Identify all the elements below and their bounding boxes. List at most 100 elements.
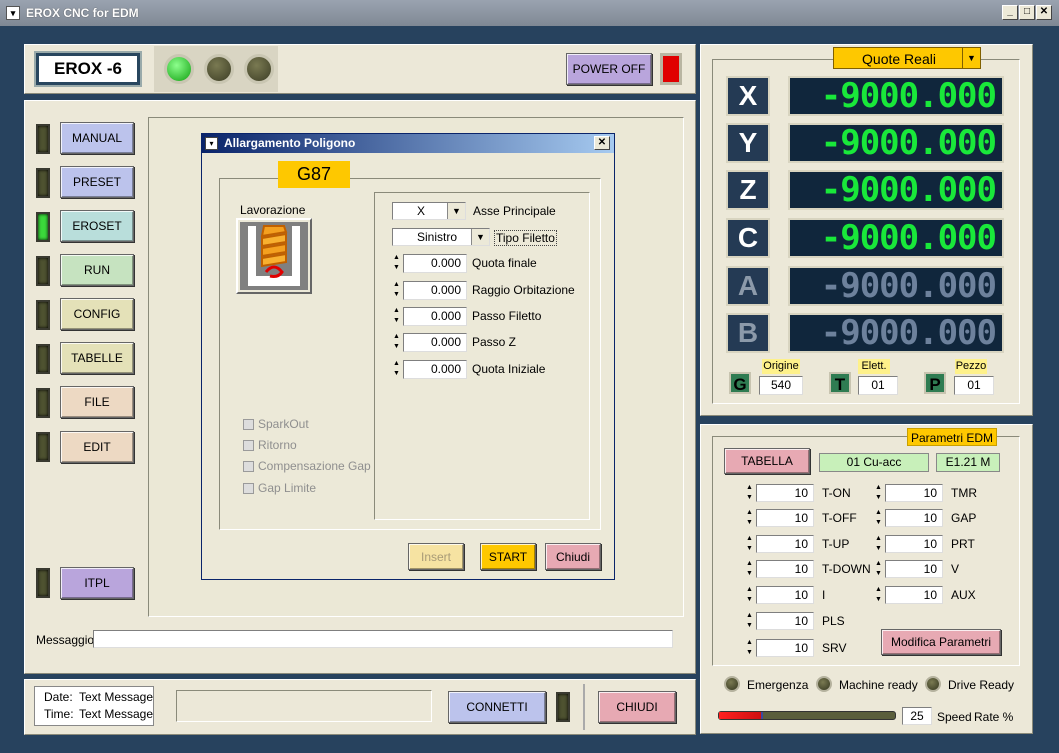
connetti-button[interactable]: CONNETTI [448, 691, 546, 723]
led-run [36, 256, 50, 286]
prt-spinner[interactable]: ▲ ▼ [874, 534, 883, 554]
tdown-spinner[interactable]: ▲ ▼ [745, 559, 754, 579]
tabella-button[interactable]: TABELLA [724, 448, 810, 474]
ritorno-checkbox[interactable]: Ritorno [243, 438, 297, 452]
modifica-parametri-button[interactable]: Modifica Parametri [881, 629, 1001, 655]
ton-input[interactable]: 10 [756, 484, 814, 502]
time-value: Text Message [79, 707, 154, 721]
led-edit [36, 432, 50, 462]
tup-label: T-UP [822, 537, 850, 551]
led-manual [36, 124, 50, 154]
date-label: Date: [44, 690, 73, 704]
i-spinner[interactable]: ▲ ▼ [745, 585, 754, 605]
aux-spinner[interactable]: ▲ ▼ [874, 585, 883, 605]
toff-input[interactable]: 10 [756, 509, 814, 527]
tup-spinner[interactable]: ▲ ▼ [745, 534, 754, 554]
compensazione-gap-checkbox[interactable]: Compensazione Gap [243, 459, 371, 473]
chevron-down-icon[interactable]: ▼ [447, 203, 465, 219]
sidebar-item-preset[interactable]: PRESET [60, 166, 134, 198]
gap-input[interactable]: 10 [885, 509, 943, 527]
axis-y-value: -9000.000 [788, 123, 1004, 163]
speed-value[interactable]: 25 [902, 707, 932, 725]
g-badge: G [729, 372, 751, 394]
aux-input[interactable]: 10 [885, 586, 943, 604]
i-input[interactable]: 10 [756, 586, 814, 604]
tup-input[interactable]: 10 [756, 535, 814, 553]
gcode-label: G87 [278, 161, 350, 188]
elett-label: Elett. [858, 359, 890, 374]
tdown-input[interactable]: 10 [756, 560, 814, 578]
v-input[interactable]: 10 [885, 560, 943, 578]
status-lamp-green [164, 54, 194, 84]
brand-frame: EROX -6 [34, 51, 142, 87]
origine-field[interactable]: 540 [759, 376, 803, 395]
power-off-button[interactable]: POWER OFF [566, 53, 652, 85]
raggio-spinner[interactable]: ▲ ▼ [392, 280, 401, 300]
passo-z-spinner[interactable]: ▲ ▼ [392, 332, 401, 352]
speed-slider[interactable] [718, 711, 896, 720]
passo-filetto-label: Passo Filetto [472, 309, 542, 323]
dialog-menu-icon[interactable]: ▾ [205, 137, 218, 150]
connection-status-field [176, 690, 432, 722]
pls-input[interactable]: 10 [756, 612, 814, 630]
axis-z-label: Z [726, 170, 770, 210]
passo-filetto-spinner[interactable]: ▲ ▼ [392, 306, 401, 326]
srv-spinner[interactable]: ▲ ▼ [745, 638, 754, 658]
dialog-chiudi-button[interactable]: Chiudi [545, 543, 601, 570]
chevron-down-icon[interactable]: ▼ [471, 229, 489, 245]
sidebar-item-tabelle[interactable]: TABELLE [60, 342, 134, 374]
start-button[interactable]: START [480, 543, 536, 570]
sparkout-checkbox[interactable]: SparkOut [243, 417, 309, 431]
rate-label: Rate % [974, 710, 1014, 724]
gap-limite-checkbox[interactable]: Gap Limite [243, 481, 316, 495]
pezzo-field[interactable]: 01 [954, 376, 994, 395]
minimize-icon[interactable]: _ [1002, 5, 1018, 20]
dialog-close-icon[interactable]: ✕ [594, 136, 610, 150]
axis-a-value: -9000.000 [788, 266, 1004, 306]
passo-filetto-input[interactable]: 0.000 [403, 307, 467, 326]
gap-spinner[interactable]: ▲ ▼ [874, 508, 883, 528]
i-label: I [822, 588, 826, 602]
time-label: Time: [44, 707, 74, 721]
compensazione-gap-label: Compensazione Gap [258, 459, 371, 473]
passo-z-input[interactable]: 0.000 [403, 333, 467, 352]
pls-spinner[interactable]: ▲ ▼ [745, 611, 754, 631]
lavorazione-button[interactable] [236, 218, 312, 294]
chevron-down-icon[interactable]: ▼ [962, 48, 980, 68]
close-icon[interactable]: ✕ [1036, 5, 1052, 20]
messaggio-field [93, 630, 673, 648]
brand-label: EROX -6 [39, 56, 137, 82]
app-menu-icon[interactable]: ▾ [6, 6, 20, 20]
raggio-input[interactable]: 0.000 [403, 281, 467, 300]
pezzo-label: Pezzo [955, 359, 987, 374]
sidebar-item-file[interactable]: FILE [60, 386, 134, 418]
insert-button[interactable]: Insert [408, 543, 464, 570]
tmr-input[interactable]: 10 [885, 484, 943, 502]
quota-finale-spinner[interactable]: ▲ ▼ [392, 253, 401, 273]
status-lamp-2 [204, 54, 234, 84]
tmr-spinner[interactable]: ▲ ▼ [874, 483, 883, 503]
ton-spinner[interactable]: ▲ ▼ [745, 483, 754, 503]
quota-iniziale-input[interactable]: 0.000 [403, 360, 467, 379]
sidebar-item-run[interactable]: RUN [60, 254, 134, 286]
chiudi-button[interactable]: CHIUDI [598, 691, 676, 723]
led-preset [36, 168, 50, 198]
quota-finale-input[interactable]: 0.000 [403, 254, 467, 273]
led-tabelle [36, 344, 50, 374]
sidebar-item-eroset[interactable]: EROSET [60, 210, 134, 242]
toff-label: T-OFF [822, 511, 857, 525]
sidebar-item-itpl[interactable]: ITPL [60, 567, 134, 599]
srv-input[interactable]: 10 [756, 639, 814, 657]
sidebar-item-config[interactable]: CONFIG [60, 298, 134, 330]
quota-iniziale-spinner[interactable]: ▲ ▼ [392, 359, 401, 379]
sidebar-item-manual[interactable]: MANUAL [60, 122, 134, 154]
v-spinner[interactable]: ▲ ▼ [874, 559, 883, 579]
sidebar-item-edit[interactable]: EDIT [60, 431, 134, 463]
maximize-icon[interactable]: □ [1019, 5, 1035, 20]
prt-input[interactable]: 10 [885, 535, 943, 553]
led-file [36, 388, 50, 418]
dro-mode-select[interactable]: Quote Reali ▼ [833, 47, 981, 69]
elett-field[interactable]: 01 [858, 376, 898, 395]
toff-spinner[interactable]: ▲ ▼ [745, 508, 754, 528]
power-indicator [660, 53, 682, 85]
